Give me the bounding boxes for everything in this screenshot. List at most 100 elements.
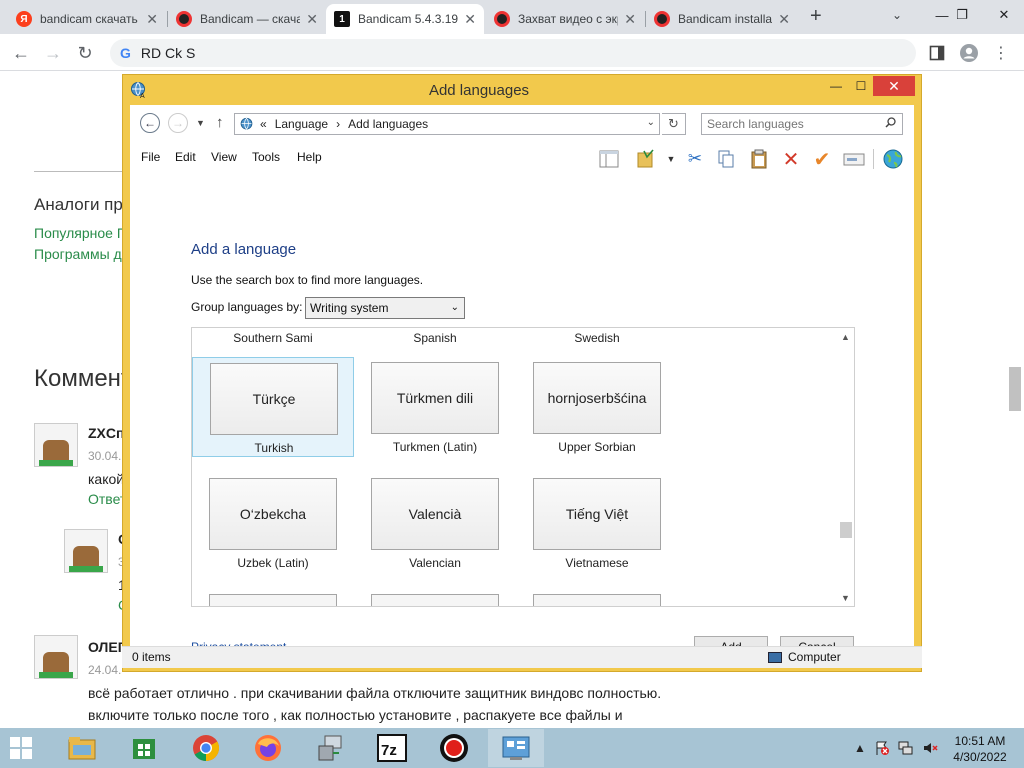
back-arrow-icon[interactable]: ← <box>140 113 160 133</box>
reply-link[interactable]: Ответ <box>88 491 126 507</box>
network-setup-icon[interactable] <box>302 729 358 767</box>
scrollbar-thumb[interactable] <box>840 522 852 538</box>
menu-view[interactable]: View <box>211 150 237 164</box>
browser-tab-2[interactable]: Bandicam — скачать ✕ <box>168 4 326 34</box>
bandicam-icon[interactable] <box>426 729 482 767</box>
language-tile: Türkçe <box>210 363 338 435</box>
browser-toolbar: ← → ↻ G RD Ck S ⋮ <box>0 34 1024 71</box>
dialog-body: ← → ▼ ↑ « Language › Add languages ⌄ ↻ S… <box>130 105 914 666</box>
breadcrumb-separator: › <box>336 117 341 131</box>
new-tab-button[interactable]: + <box>810 5 822 28</box>
menu-tools[interactable]: Tools <box>252 150 280 164</box>
profile-avatar-icon[interactable] <box>958 42 980 64</box>
tab-title: Bandicam 5.4.3.1923 <box>358 12 459 26</box>
address-bar[interactable]: G RD Ck S <box>110 39 916 67</box>
cut-scissors-icon[interactable]: ✂ <box>684 148 706 170</box>
search-input[interactable] <box>707 117 877 131</box>
language-tile-partial[interactable] <box>533 594 661 606</box>
sidebar-panel-icon[interactable] <box>926 42 948 64</box>
layout-pane-icon[interactable] <box>598 148 620 170</box>
group-by-dropdown[interactable]: Writing system ⌄ <box>305 297 465 319</box>
copy-icon[interactable] <box>715 148 737 170</box>
language-label-swedish[interactable]: Swedish <box>516 331 678 345</box>
comment-author: ОЛЕГ <box>88 639 126 655</box>
control-panel-icon[interactable] <box>488 729 544 767</box>
restore-icon[interactable]: ❐ <box>942 0 982 30</box>
delete-x-icon[interactable]: ✕ <box>780 148 802 171</box>
close-window-icon[interactable]: ✕ <box>984 0 1024 30</box>
breadcrumb-overflow[interactable]: « <box>260 117 267 131</box>
back-arrow-icon[interactable]: ← <box>8 40 34 66</box>
action-center-flag-icon[interactable] <box>874 740 890 756</box>
browser-tab-4[interactable]: Захват видео с экрана ✕ <box>486 4 644 34</box>
forward-arrow-icon[interactable]: → <box>40 40 66 66</box>
address-text[interactable]: RD Ck S <box>141 45 195 61</box>
minimize-icon[interactable]: — <box>823 76 849 96</box>
close-icon[interactable]: ✕ <box>873 76 915 96</box>
browser-tab-3[interactable]: 1 Bandicam 5.4.3.1923 ✕ <box>326 4 484 34</box>
tab-search-chevron-icon[interactable]: ⌄ <box>892 8 902 22</box>
language-label-southern-sami[interactable]: Southern Sami <box>192 331 354 345</box>
firefox-icon[interactable] <box>240 729 296 767</box>
language-tile-partial[interactable] <box>371 594 499 606</box>
address-breadcrumb[interactable]: « Language › Add languages ⌄ <box>234 113 660 135</box>
breadcrumb-add-languages[interactable]: Add languages <box>348 117 428 131</box>
tab-title: Bandicam installation <box>678 12 773 26</box>
up-arrow-icon[interactable]: ↑ <box>216 114 224 131</box>
properties-icon[interactable] <box>843 148 865 170</box>
language-item-turkish[interactable]: Türkçe Turkish <box>192 357 354 457</box>
taskbar-clock[interactable]: 10:51 AM 4/30/2022 <box>948 733 1012 765</box>
page-scrollbar-thumb[interactable] <box>1009 367 1021 411</box>
file-explorer-icon[interactable] <box>54 729 110 767</box>
language-list-scrollbar[interactable]: ▲ ▼ <box>837 328 854 606</box>
scroll-down-icon[interactable]: ▼ <box>837 589 854 606</box>
folder-options-icon[interactable] <box>635 148 657 170</box>
close-icon[interactable]: ✕ <box>778 11 790 28</box>
link-popular[interactable]: Популярное П <box>34 225 127 241</box>
language-item-turkmen[interactable]: Türkmen dili Turkmen (Latin) <box>354 357 516 457</box>
scroll-up-icon[interactable]: ▲ <box>837 328 854 345</box>
close-icon[interactable]: ✕ <box>146 11 158 28</box>
link-programs[interactable]: Программы д <box>34 246 122 262</box>
search-languages-box[interactable] <box>701 113 903 135</box>
chrome-icon[interactable] <box>178 729 234 767</box>
reload-icon[interactable]: ↻ <box>72 40 98 66</box>
network-icon[interactable] <box>898 740 914 756</box>
status-location: Computer <box>768 650 841 664</box>
language-item-uzbek[interactable]: O‘zbekcha Uzbek (Latin) <box>192 473 354 573</box>
language-tile: Türkmen dili <box>371 362 499 434</box>
paste-clipboard-icon[interactable] <box>748 148 770 170</box>
language-item-vietnamese[interactable]: Tiếng Việt Vietnamese <box>516 473 678 573</box>
maximize-icon[interactable]: ☐ <box>849 76 873 96</box>
chevron-down-icon[interactable]: ▼ <box>660 148 682 170</box>
7zip-icon[interactable]: 7z <box>364 729 420 767</box>
dialog-titlebar[interactable]: A Add languages — ☐ ✕ <box>123 75 921 105</box>
volume-muted-icon[interactable] <box>922 740 938 756</box>
svg-text:7z: 7z <box>381 742 397 759</box>
close-icon[interactable]: ✕ <box>464 11 476 28</box>
store-icon[interactable] <box>116 729 172 767</box>
close-icon[interactable]: ✕ <box>306 11 318 28</box>
show-hidden-icons-chevron-icon[interactable]: ▲ <box>852 740 868 756</box>
recent-locations-chevron-icon[interactable]: ▼ <box>196 118 205 128</box>
language-tile-partial[interactable] <box>209 594 337 606</box>
forward-arrow-icon[interactable]: → <box>168 113 188 133</box>
language-item-valencian[interactable]: Valencià Valencian <box>354 473 516 573</box>
add-languages-dialog: A Add languages — ☐ ✕ ← → ▼ ↑ « Language… <box>122 74 922 672</box>
language-item-upper-sorbian[interactable]: hornjoserbšćina Upper Sorbian <box>516 357 678 457</box>
close-icon[interactable]: ✕ <box>624 11 636 28</box>
menu-edit[interactable]: Edit <box>175 150 196 164</box>
chevron-down-icon[interactable]: ⌄ <box>647 117 655 128</box>
refresh-icon[interactable]: ↻ <box>662 113 686 135</box>
menu-file[interactable]: File <box>141 150 160 164</box>
menu-help[interactable]: Help <box>297 150 322 164</box>
search-icon[interactable] <box>885 117 896 131</box>
browser-tab-1[interactable]: Я bandicam скачать ✕ <box>8 4 166 34</box>
globe-icon[interactable] <box>882 148 904 170</box>
checkmark-icon[interactable]: ✔ <box>811 148 833 171</box>
windows-start-icon[interactable] <box>10 737 32 759</box>
language-label-spanish[interactable]: Spanish <box>354 331 516 345</box>
browser-tab-5[interactable]: Bandicam installation ✕ <box>646 4 798 34</box>
menu-kebab-icon[interactable]: ⋮ <box>990 42 1012 64</box>
breadcrumb-language[interactable]: Language <box>275 117 328 131</box>
